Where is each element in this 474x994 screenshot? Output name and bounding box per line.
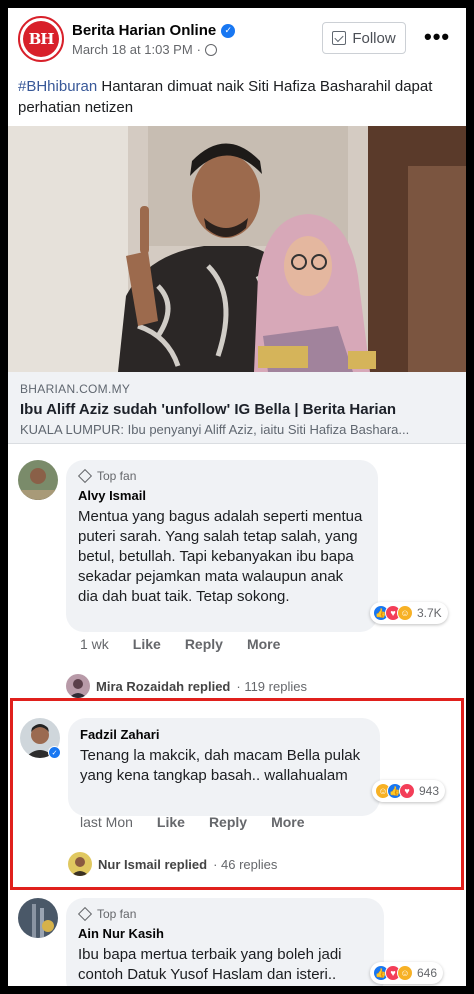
avatar-image [66, 674, 90, 698]
post-header: BH Berita Harian Online ✓ March 18 at 1:… [8, 8, 466, 70]
haha-reaction-icon: ☺ [397, 605, 413, 621]
reply-button[interactable]: Reply [185, 636, 223, 652]
avatar [66, 674, 90, 698]
page-name-row: Berita Harian Online ✓ [72, 22, 236, 39]
meta-separator: · [196, 42, 202, 57]
love-reaction-icon: ♥ [399, 783, 415, 799]
page-name[interactable]: Berita Harian Online [72, 22, 216, 39]
reaction-count: 646 [417, 966, 438, 980]
follow-label: Follow [352, 29, 396, 47]
post-meta: March 18 at 1:03 PM · [72, 42, 218, 57]
comment-actions: 1 wk Like Reply More [80, 636, 304, 652]
commenter-name[interactable]: Fadzil Zahari [80, 727, 368, 742]
reactions-summary[interactable]: 👍 ♥ ☺ 646 [370, 962, 444, 984]
comment-bubble: Fadzil Zahari Tenang la makcik, dah maca… [68, 718, 380, 816]
comment-text: Ibu bapa mertua terbaik yang boleh jadi … [78, 946, 342, 983]
link-title: Ibu Aliff Aziz sudah 'unfollow' IG Bella… [20, 401, 397, 418]
more-options-icon[interactable]: ••• [424, 26, 450, 48]
view-replies[interactable]: Mira Rozaidah replied · 119 replies [66, 674, 307, 698]
follow-button[interactable]: Follow [322, 22, 406, 54]
commenter-name[interactable]: Alvy Ismail [78, 488, 366, 503]
comment-actions: last Mon Like Reply More [80, 814, 329, 830]
verified-badge-icon: ✓ [48, 746, 61, 759]
post-photo[interactable] [8, 126, 466, 372]
link-preview[interactable]: BHARIAN.COM.MY Ibu Aliff Aziz sudah 'unf… [8, 372, 466, 444]
post-caption: #BHhiburan Hantaran dimuat naik Siti Haf… [18, 76, 448, 118]
reactions-summary[interactable]: ☺ 👍 ♥ 943 [372, 780, 446, 802]
reply-count: · 46 replies [213, 856, 278, 872]
like-button[interactable]: Like [157, 814, 185, 830]
comment-time[interactable]: 1 wk [80, 636, 109, 652]
badge-label: Top fan [97, 469, 137, 483]
avatar[interactable] [18, 460, 58, 500]
diamond-icon [77, 468, 93, 484]
post-date[interactable]: March 18 at 1:03 PM [72, 42, 193, 57]
comment-time[interactable]: last Mon [80, 814, 133, 830]
haha-reaction-icon: ☺ [397, 965, 413, 981]
replier-name: Mira Rozaidah replied [96, 678, 231, 694]
verified-badge-icon: ✓ [221, 23, 236, 38]
reactions-summary[interactable]: 👍 ♥ ☺ 3.7K [370, 602, 448, 624]
more-button[interactable]: More [271, 814, 304, 830]
comment-text: Mentua yang bagus adalah seperti mentua … [78, 508, 363, 605]
badge-label: Top fan [97, 907, 137, 921]
reply-button[interactable]: Reply [209, 814, 247, 830]
view-replies[interactable]: Nur Ismail replied · 46 replies [68, 852, 277, 876]
avatar[interactable] [18, 898, 58, 938]
facebook-post-screen: BH Berita Harian Online ✓ March 18 at 1:… [8, 8, 466, 986]
replier-name: Nur Ismail replied [98, 856, 208, 872]
avatar-image [68, 852, 92, 876]
more-button[interactable]: More [247, 636, 280, 652]
photo-illustration [8, 126, 466, 372]
comment-bubble: Top fan Ain Nur Kasih Ibu bapa mertua te… [66, 898, 384, 986]
reaction-count: 3.7K [417, 606, 442, 620]
commenter-name[interactable]: Ain Nur Kasih [78, 926, 372, 941]
avatar-image [18, 460, 58, 500]
hashtag-link[interactable]: #BHhiburan [18, 78, 97, 95]
like-button[interactable]: Like [133, 636, 161, 652]
page-logo: BH [23, 21, 59, 57]
link-description: KUALA LUMPUR: Ibu penyanyi Aliff Aziz, i… [20, 422, 410, 437]
diamond-icon [77, 906, 93, 922]
link-domain: BHARIAN.COM.MY [20, 382, 131, 396]
comment-text: Tenang la makcik, dah macam Bella pulak … [80, 747, 361, 784]
comment-bubble: Top fan Alvy Ismail Mentua yang bagus ad… [66, 460, 378, 632]
top-fan-badge: Top fan [77, 468, 366, 484]
follow-icon [332, 31, 347, 45]
reaction-count: 943 [419, 784, 440, 798]
avatar-image [18, 898, 58, 938]
reply-count: · 119 replies [236, 678, 307, 694]
page-avatar[interactable]: BH [18, 16, 64, 62]
avatar [68, 852, 92, 876]
globe-icon [205, 43, 218, 56]
top-fan-badge: Top fan [77, 906, 372, 922]
